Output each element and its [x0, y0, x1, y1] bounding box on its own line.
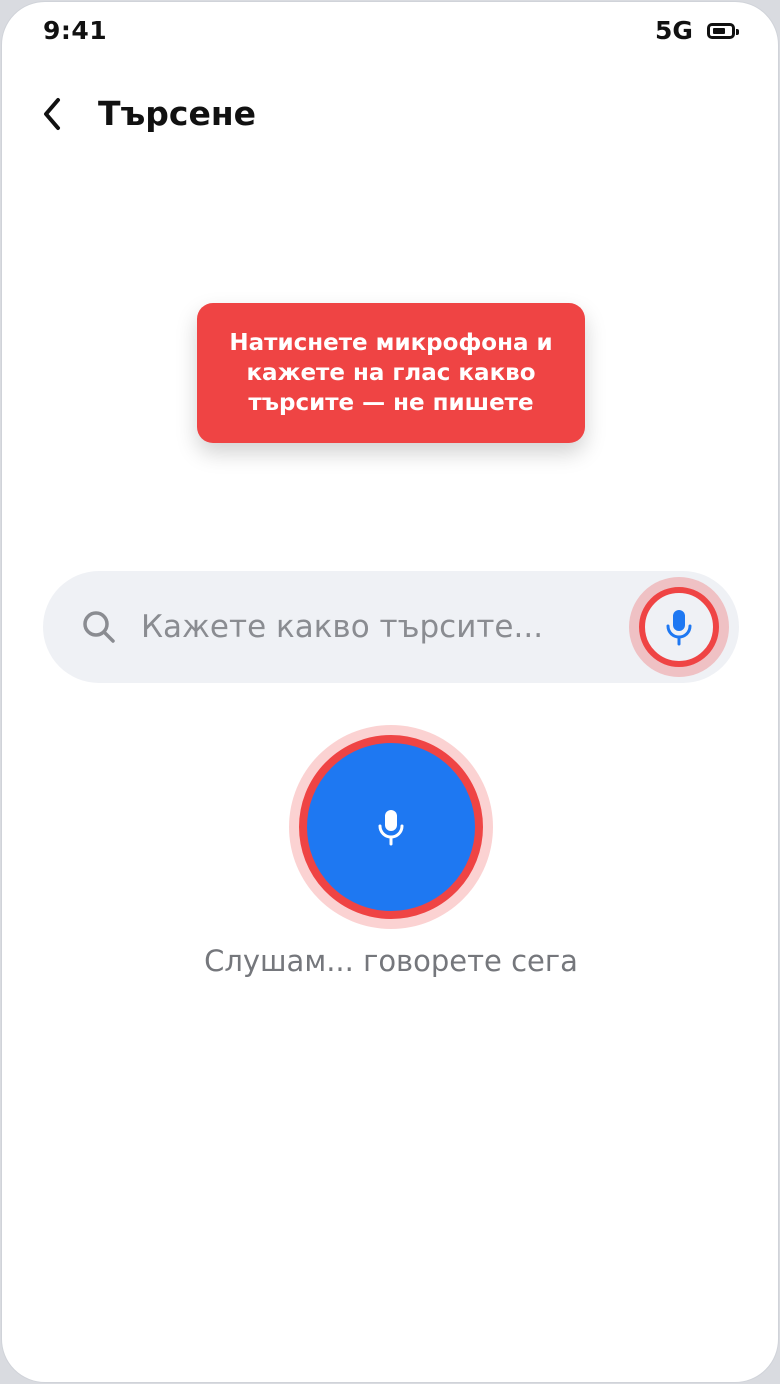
status-time: 9:41: [43, 16, 108, 45]
chevron-left-icon: [44, 98, 60, 130]
search-input[interactable]: [141, 599, 611, 655]
battery-icon: [707, 23, 739, 39]
search-icon: [83, 611, 115, 643]
microphone-icon: [378, 810, 404, 846]
tooltip-text: Натиснете микрофона и кажете на глас как…: [229, 330, 553, 416]
phone-screen: 9:41 5G Търсене Натиснете микрофона и ка…: [1, 1, 779, 1383]
voice-record-button[interactable]: [299, 735, 483, 919]
microphone-icon: [666, 610, 692, 646]
listening-status: Слушам... говорете сега: [204, 944, 578, 978]
voice-hint-tooltip: Натиснете микрофона и кажете на глас как…: [197, 303, 585, 443]
header: Търсене: [2, 82, 778, 146]
back-button[interactable]: [30, 90, 78, 138]
network-indicator: 5G: [655, 16, 693, 45]
page-title: Търсене: [98, 94, 257, 133]
status-bar: 9:41 5G: [2, 2, 778, 62]
search-bar[interactable]: [43, 571, 739, 683]
search-mic-button[interactable]: [639, 587, 719, 667]
